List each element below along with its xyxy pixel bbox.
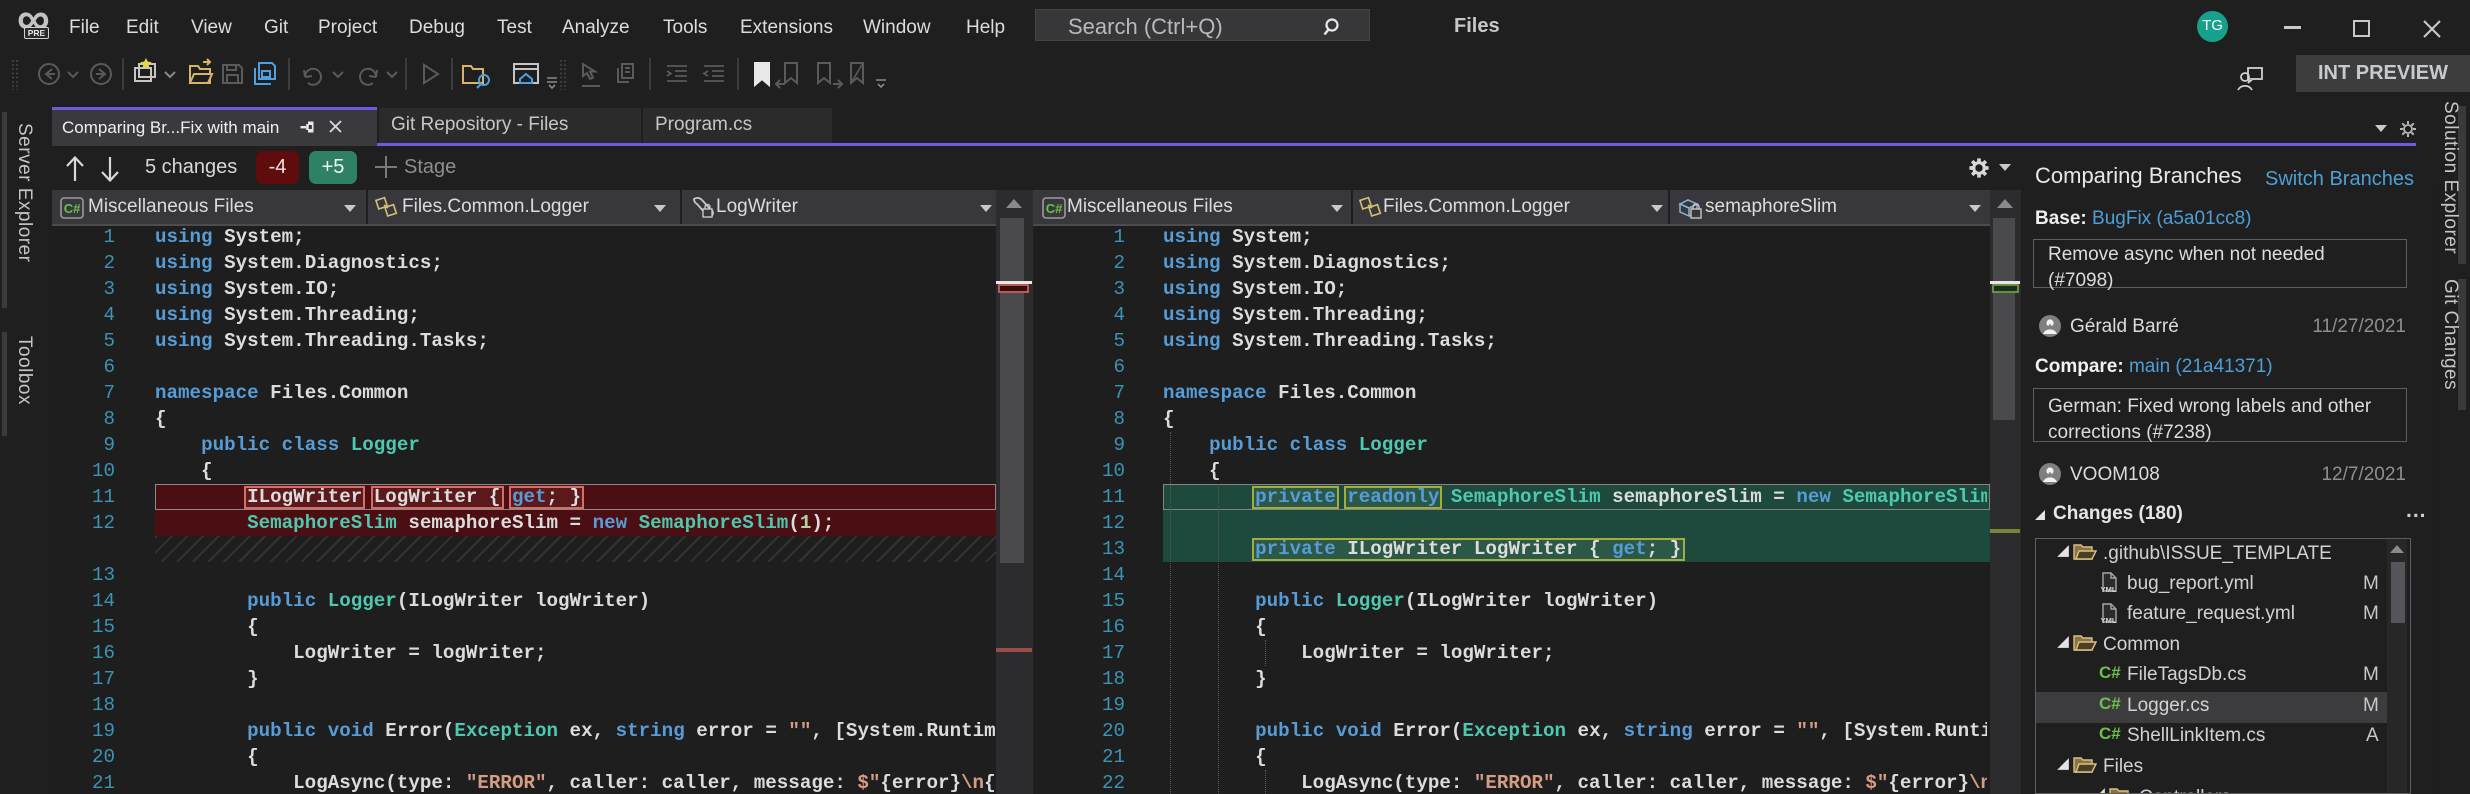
svg-text:YML: YML xyxy=(2101,616,2117,625)
svg-text:C#: C# xyxy=(1046,201,1063,216)
svg-text:YML: YML xyxy=(2101,585,2117,594)
svg-text:C#: C# xyxy=(64,201,81,216)
